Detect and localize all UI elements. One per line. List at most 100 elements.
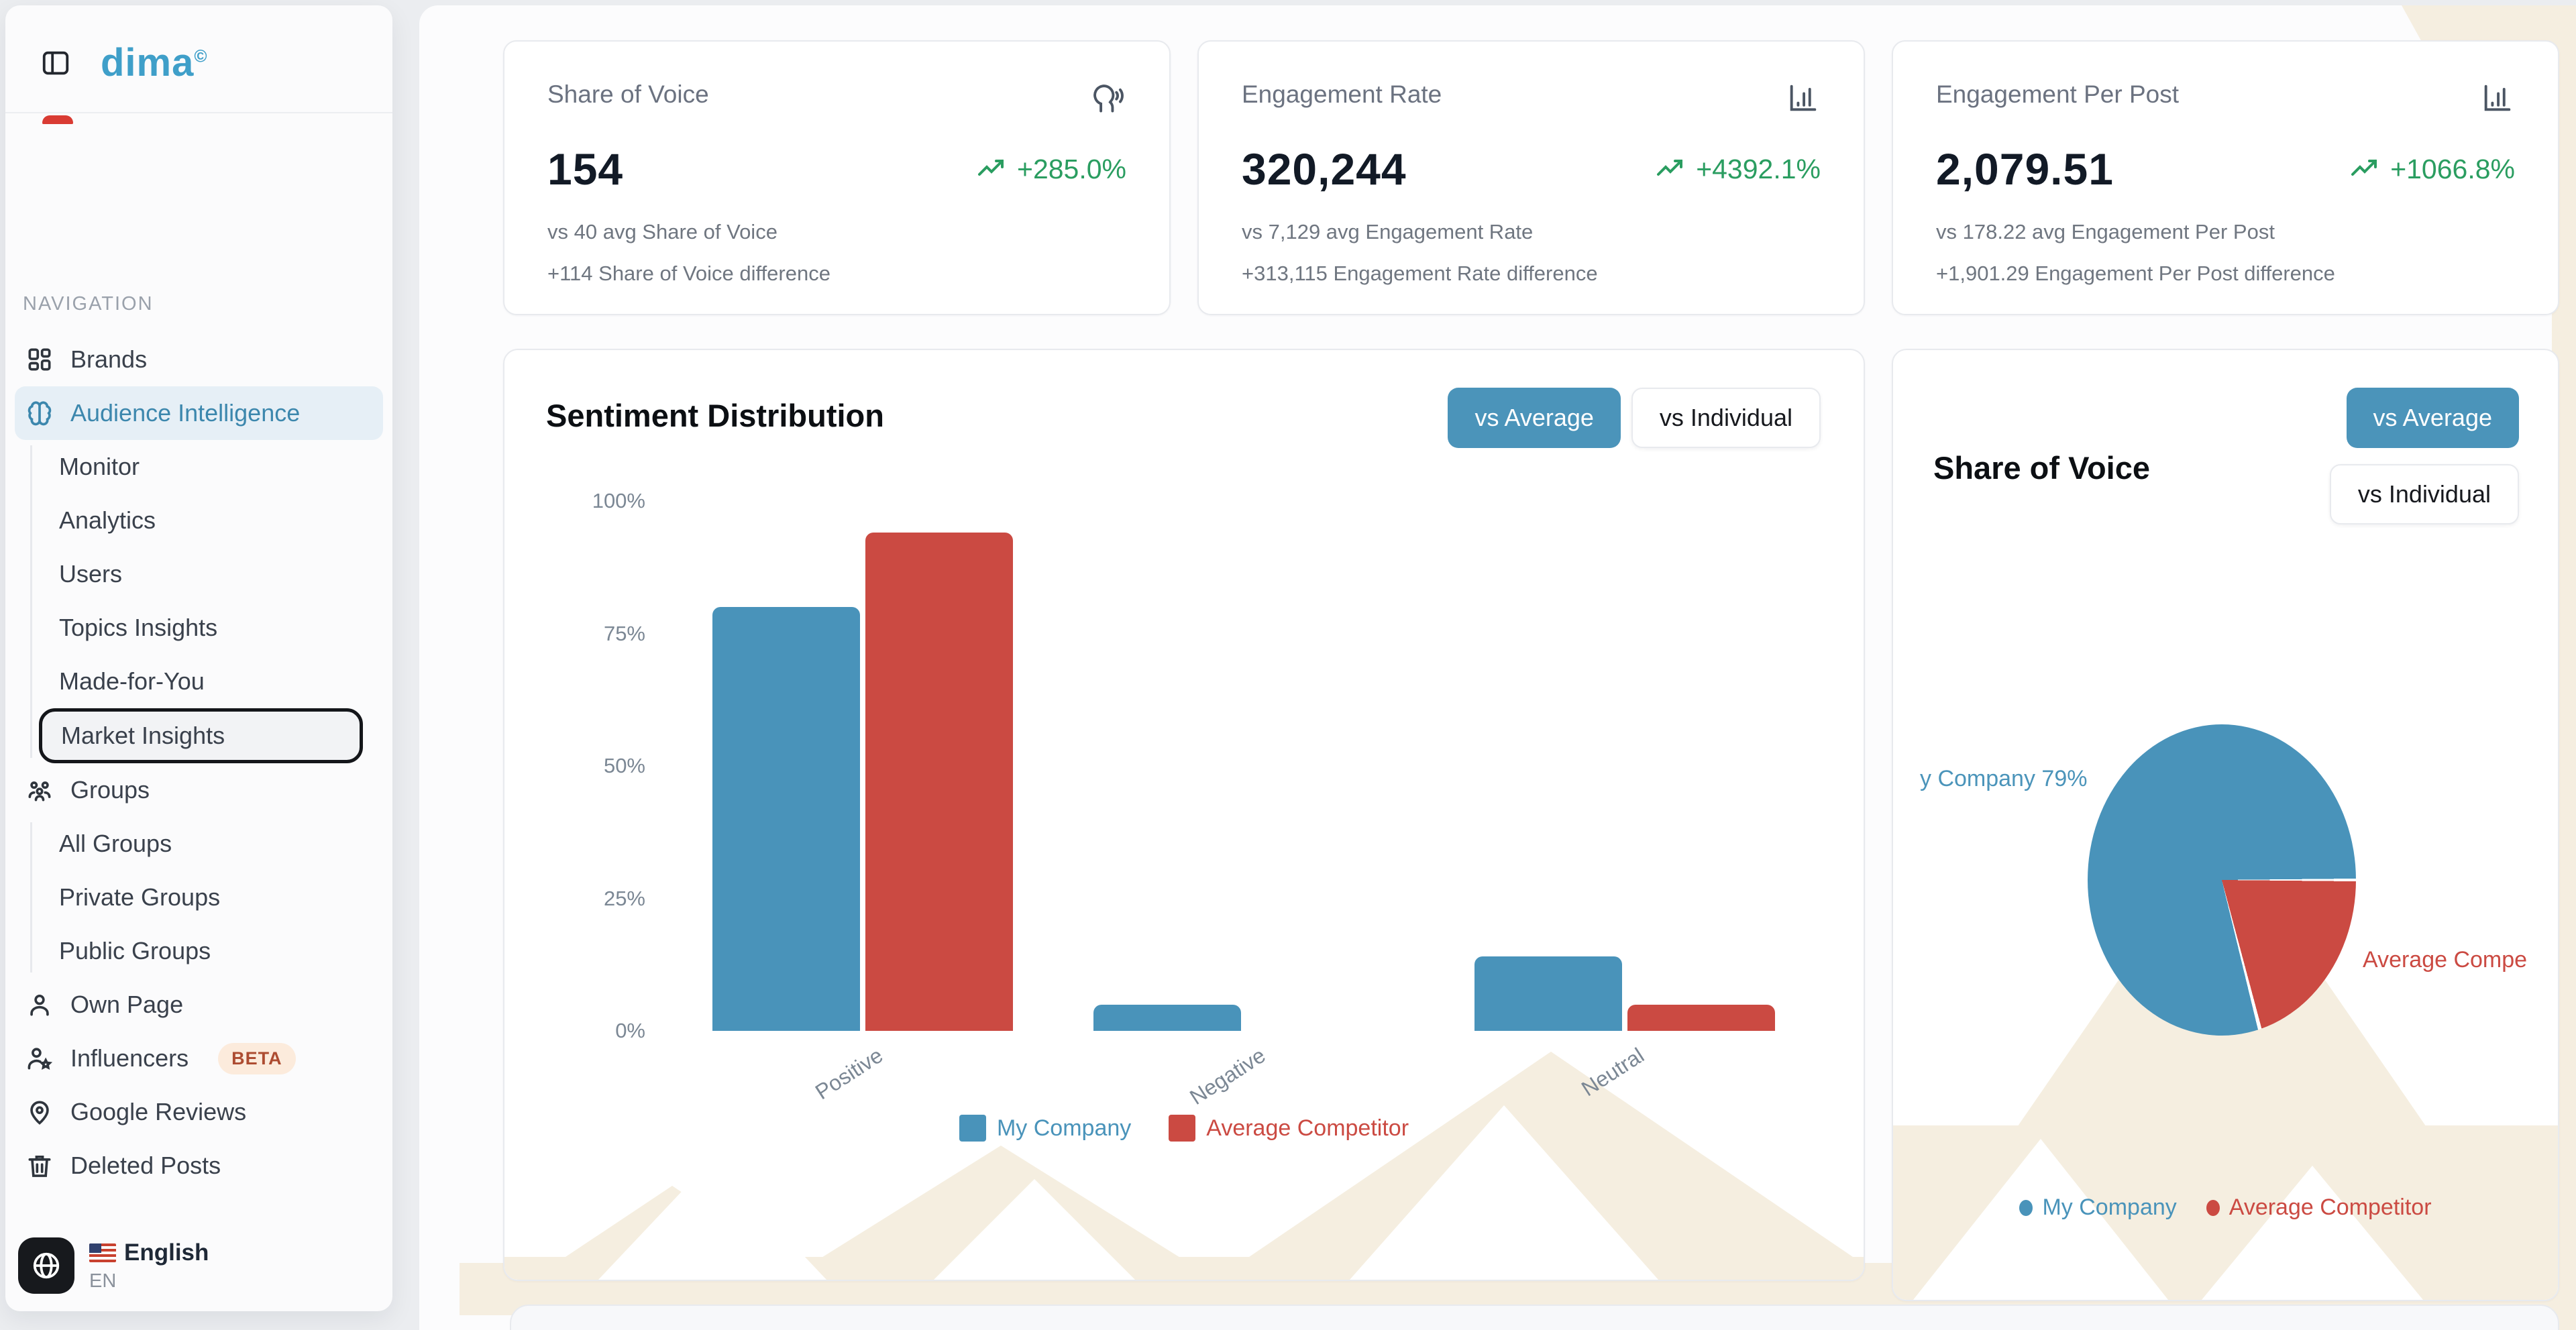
sidebar-item-label: Brands [70,345,147,374]
kpi-diff-text: +313,115 Engagement Rate difference [1242,262,1821,286]
legend-item: Average Competitor [2206,1195,2432,1221]
sidebar-item-deleted-posts[interactable]: Deleted Posts [5,1139,392,1193]
kpi-card-engagement-rate: Engagement Rate 320,244 +4392.1% vs 7,12… [1197,40,1865,315]
audience-submenu: Monitor Analytics Users Topics Insights … [5,440,392,763]
vs-average-button[interactable]: vs Average [1448,388,1620,448]
person-icon [25,990,54,1019]
kpi-vs-text: vs 40 avg Share of Voice [547,220,1126,244]
sidebar-item-influencers[interactable]: Influencers BETA [5,1032,392,1085]
sidebar-item-made-for-you[interactable]: Made-for-You [5,655,392,708]
groups-submenu: All Groups Private Groups Public Groups [5,817,392,978]
sentiment-plot: PositiveNegativeNeutral [672,501,1786,1031]
legend-swatch [1169,1115,1195,1142]
y-tick-label: 75% [604,622,645,646]
x-axis-label: Negative [1185,1043,1270,1110]
vs-individual-button[interactable]: vs Individual [2330,464,2519,524]
sidebar-item-public-groups[interactable]: Public Groups [5,924,392,978]
notification-blip [42,115,73,124]
comparison-toggle: vs Average vs Individual [2330,388,2519,524]
sidebar-item-label: Audience Intelligence [70,399,300,427]
kpi-card-share-of-voice: Share of Voice 154 +285.0% vs 40 avg Sha… [503,40,1171,315]
sidebar-item-label: Deleted Posts [70,1152,221,1180]
sidebar-item-brands[interactable]: Brands [5,333,392,386]
bar-group-neutral: Neutral [1474,501,1775,1031]
y-axis: 100%75%50%25%0% [545,501,645,1031]
card-title: Sentiment Distribution [546,398,884,433]
sidebar-item-label: Own Page [70,991,183,1019]
kpi-diff-text: +114 Share of Voice difference [547,262,1126,286]
sidebar-item-google-reviews[interactable]: Google Reviews [5,1085,392,1139]
kpi-row: Share of Voice 154 +285.0% vs 40 avg Sha… [503,40,2559,315]
y-tick-label: 0% [615,1019,645,1043]
sidebar-item-own-page[interactable]: Own Page [5,978,392,1032]
bar [1474,956,1622,1031]
x-axis-label: Positive [811,1043,888,1105]
sidebar-item-audience-intelligence[interactable]: Audience Intelligence [15,386,383,440]
bar [1627,1005,1775,1032]
trending-up-icon [2349,153,2381,185]
column-chart-icon [1786,80,1821,115]
sidebar-item-analytics[interactable]: Analytics [5,494,392,547]
kpi-title: Share of Voice [547,80,709,109]
y-tick-label: 25% [604,887,645,911]
kpi-change: +4392.1% [1654,153,1821,185]
sidebar-collapse-icon[interactable] [40,48,71,78]
people-icon [25,775,54,805]
legend-item: My Company [959,1115,1131,1142]
sidebar-item-private-groups[interactable]: Private Groups [5,871,392,924]
language-code: EN [89,1270,209,1292]
legend-item: My Company [2019,1195,2176,1221]
pie-legend: My Company Average Competitor [1893,1195,2558,1221]
vs-average-button[interactable]: vs Average [2347,388,2519,448]
share-of-voice-pie [2088,724,2356,1036]
bar [1093,1005,1241,1032]
nav-section-label: NAVIGATION [23,293,392,315]
app-logo: dima© [101,40,208,85]
bar [865,533,1013,1031]
vs-individual-button[interactable]: vs Individual [1631,388,1821,448]
kpi-change: +285.0% [975,153,1126,185]
bar [712,607,860,1031]
sidebar-item-users[interactable]: Users [5,547,392,601]
map-pin-icon [25,1097,54,1127]
grid-icon [25,345,54,374]
kpi-title: Engagement Rate [1242,80,1442,109]
sidebar-item-topics-insights[interactable]: Topics Insights [5,601,392,655]
kpi-change: +1066.8% [2349,153,2515,185]
y-tick-label: 100% [592,489,645,513]
us-flag-icon [89,1243,116,1262]
legend-item: Average Competitor [1169,1115,1409,1142]
sidebar-item-all-groups[interactable]: All Groups [5,817,392,871]
sidebar-item-market-insights[interactable]: Market Insights [39,708,363,763]
bar-groups: PositiveNegativeNeutral [672,501,1786,1031]
sidebar-item-groups[interactable]: Groups [5,763,392,817]
pie-slice-label-competitor: Average Compe [2363,947,2527,973]
column-chart-icon [2480,80,2515,115]
main-content: Share of Voice 154 +285.0% vs 40 avg Sha… [419,5,2576,1330]
sidebar-item-label: Google Reviews [70,1098,246,1126]
pie-slice-label-my-company: y Company 79% [1920,766,2087,792]
bar-legend: My Company Average Competitor [504,1115,1864,1142]
beta-badge: BETA [218,1043,296,1074]
sidebar: dima© NAVIGATION Brands Audience Intelli… [5,5,392,1311]
kpi-value: 320,244 [1242,144,1407,195]
legend-swatch [959,1115,986,1142]
language-name: English [124,1239,209,1266]
brain-icon [25,398,54,428]
kpi-title: Engagement Per Post [1936,80,2179,109]
kpi-vs-text: vs 178.22 avg Engagement Per Post [1936,220,2515,244]
kpi-diff-text: +1,901.29 Engagement Per Post difference [1936,262,2515,286]
kpi-value: 154 [547,144,623,195]
x-axis-label: Neutral [1577,1043,1649,1101]
kpi-card-engagement-per-post: Engagement Per Post 2,079.51 +1066.8% vs… [1892,40,2559,315]
trending-up-icon [975,153,1008,185]
sidebar-item-monitor[interactable]: Monitor [5,440,392,494]
kpi-value: 2,079.51 [1936,144,2114,195]
trending-up-icon [1654,153,1686,185]
bar-group-negative: Negative [1093,501,1394,1031]
person-star-icon [25,1044,54,1073]
language-selector[interactable]: English EN [5,1237,392,1311]
kpi-vs-text: vs 7,129 avg Engagement Rate [1242,220,1821,244]
divider [5,112,392,113]
card-title: Share of Voice [1933,450,2150,486]
